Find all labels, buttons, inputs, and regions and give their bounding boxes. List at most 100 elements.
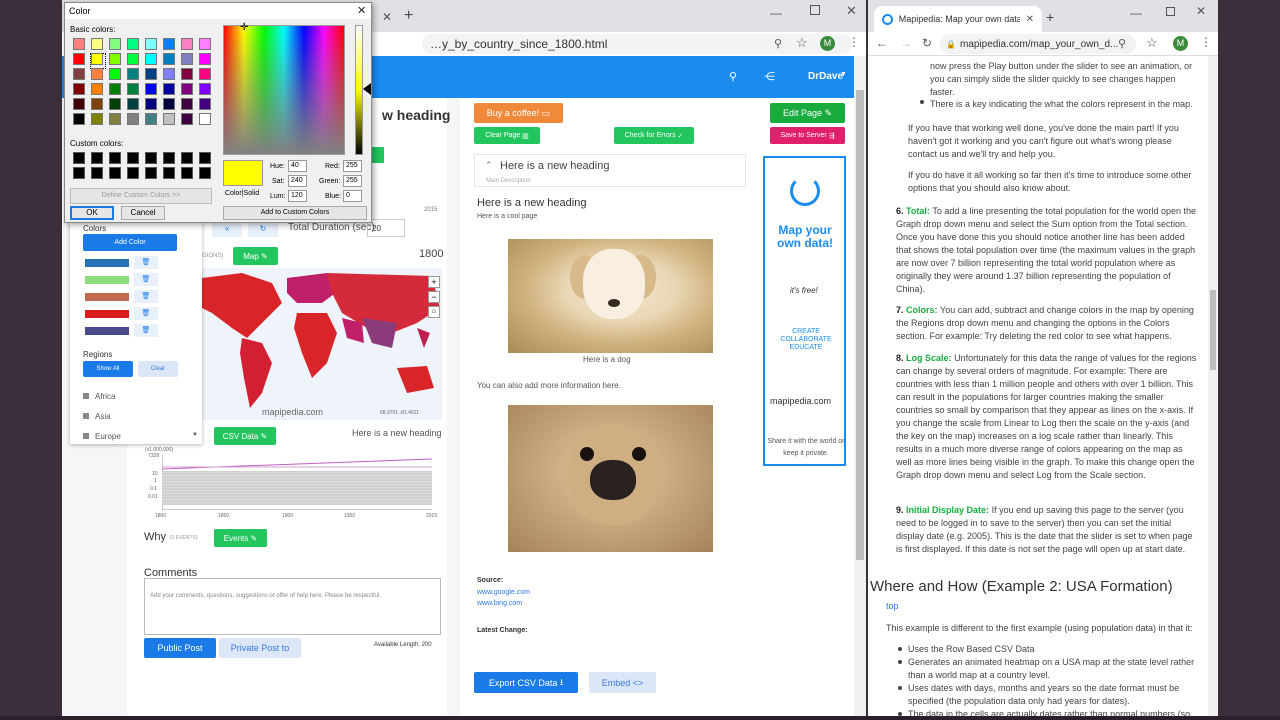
map-button[interactable]: Map ✎ — [233, 247, 278, 265]
basic-color-swatch[interactable] — [127, 68, 139, 80]
basic-color-swatch[interactable] — [145, 83, 157, 95]
stepper-right[interactable]: ↻ — [248, 221, 278, 237]
basic-color-swatch[interactable] — [181, 113, 193, 125]
left-minimize-icon[interactable]: — — [770, 6, 782, 20]
left-search-icon[interactable]: ⚲ — [774, 37, 782, 50]
basic-color-swatch[interactable] — [199, 98, 211, 110]
basic-color-swatch[interactable] — [91, 113, 103, 125]
green-input[interactable]: 255 — [343, 175, 362, 187]
custom-color-swatch[interactable] — [163, 167, 175, 179]
basic-color-swatch[interactable] — [73, 83, 85, 95]
custom-color-swatch[interactable] — [181, 152, 193, 164]
blue-input[interactable]: 0 — [343, 190, 362, 202]
source-link[interactable]: www.bing.com — [477, 600, 522, 607]
custom-color-swatch[interactable] — [181, 167, 193, 179]
add-custom-button[interactable]: Add to Custom Colors — [223, 206, 367, 220]
forward-icon[interactable]: → — [900, 36, 912, 50]
custom-color-swatch[interactable] — [127, 167, 139, 179]
right-maximize-icon[interactable] — [1166, 7, 1175, 16]
right-menu-icon[interactable]: ⋮ — [1200, 35, 1212, 49]
region-checkbox[interactable] — [83, 413, 89, 419]
basic-color-swatch[interactable] — [163, 68, 175, 80]
buy-coffee-button[interactable]: Buy a coffee! ▭ — [474, 103, 563, 123]
right-close-icon[interactable]: ✕ — [1196, 4, 1206, 18]
left-close-icon[interactable]: ✕ — [846, 3, 857, 19]
ok-button[interactable]: OK — [70, 206, 114, 220]
basic-color-swatch[interactable] — [199, 53, 211, 65]
right-scrollbar-thumb[interactable] — [1210, 290, 1216, 370]
color-swatch[interactable] — [85, 327, 129, 335]
left-maximize-icon[interactable] — [810, 5, 820, 15]
color-swatch[interactable] — [85, 259, 129, 267]
total-duration-input[interactable]: 20 — [367, 219, 405, 237]
basic-color-swatch[interactable] — [181, 53, 193, 65]
right-tab-close-icon[interactable]: ✕ — [1026, 14, 1034, 25]
left-tab-close-icon[interactable]: ✕ — [382, 10, 392, 24]
basic-color-swatch[interactable] — [163, 83, 175, 95]
basic-color-swatch[interactable] — [199, 113, 211, 125]
custom-color-swatch[interactable] — [145, 167, 157, 179]
show-all-button[interactable]: Show All — [83, 361, 133, 377]
basic-color-swatch[interactable] — [199, 38, 211, 50]
top-link[interactable]: top — [886, 601, 899, 611]
basic-color-swatch[interactable] — [181, 68, 193, 80]
basic-color-swatch[interactable] — [127, 53, 139, 65]
trash-icon[interactable]: 🗑 — [134, 324, 158, 337]
events-button[interactable]: Events ✎ — [214, 529, 267, 547]
right-active-tab[interactable]: Mapipedia: Map your own data! ✕ — [874, 6, 1042, 32]
basic-color-swatch[interactable] — [163, 98, 175, 110]
custom-color-swatch[interactable] — [73, 152, 85, 164]
basic-color-swatch[interactable] — [109, 83, 121, 95]
basic-color-swatch[interactable] — [109, 113, 121, 125]
world-map[interactable]: + − ⌂ mapipedia.com 68.9701 -81.4911 — [202, 268, 442, 420]
left-address-bar[interactable]: …y_by_country_since_1800.html — [422, 34, 852, 54]
region-checkbox[interactable] — [83, 393, 89, 399]
color-swatch[interactable] — [85, 310, 129, 318]
right-profile-avatar[interactable]: M — [1173, 36, 1188, 51]
hue-input[interactable]: 40 — [288, 160, 307, 172]
basic-color-swatch[interactable] — [199, 83, 211, 95]
right-new-tab-icon[interactable]: + — [1046, 9, 1054, 25]
trash-icon[interactable]: 🗑 — [134, 273, 158, 286]
basic-color-swatch[interactable] — [127, 83, 139, 95]
left-new-tab-icon[interactable]: + — [404, 7, 413, 25]
basic-color-swatch[interactable] — [91, 83, 103, 95]
custom-color-swatch[interactable] — [145, 152, 157, 164]
private-post-button[interactable]: Private Post to — [219, 638, 301, 658]
basic-color-swatch[interactable] — [109, 53, 121, 65]
basic-color-swatch[interactable] — [109, 68, 121, 80]
right-minimize-icon[interactable]: — — [1130, 6, 1142, 20]
sat-input[interactable]: 240 — [288, 175, 307, 187]
basic-color-swatch[interactable] — [181, 38, 193, 50]
basic-color-swatch[interactable] — [73, 98, 85, 110]
clear-page-button[interactable]: Clear Page ▥ — [474, 127, 540, 144]
custom-color-swatch[interactable] — [91, 152, 103, 164]
left-menu-icon[interactable]: ⋮ — [848, 35, 860, 49]
basic-color-swatch[interactable] — [127, 98, 139, 110]
left-profile-avatar[interactable]: M — [820, 36, 835, 51]
custom-color-swatch[interactable] — [163, 152, 175, 164]
basic-color-swatch[interactable] — [91, 68, 103, 80]
basic-color-swatch[interactable] — [181, 98, 193, 110]
custom-color-swatch[interactable] — [199, 167, 211, 179]
basic-color-swatch[interactable] — [163, 53, 175, 65]
embed-button[interactable]: Embed <> — [589, 672, 656, 693]
cancel-button[interactable]: Cancel — [121, 206, 165, 220]
trash-icon[interactable]: 🗑 — [134, 256, 158, 269]
public-post-button[interactable]: Public Post — [144, 638, 216, 658]
map-home-icon[interactable]: ⌂ — [428, 306, 440, 318]
luminance-slider[interactable] — [355, 25, 363, 155]
dialog-close-icon[interactable]: ✕ — [357, 4, 366, 17]
editor-green-button[interactable] — [372, 147, 384, 163]
right-search-icon[interactable]: ⚲ — [1118, 37, 1126, 50]
basic-color-swatch[interactable] — [73, 113, 85, 125]
back-icon[interactable]: ← — [876, 36, 888, 50]
basic-color-swatch[interactable] — [181, 83, 193, 95]
mapipedia-ad[interactable]: Map your own data! it's free! CREATE COL… — [763, 156, 846, 466]
basic-color-swatch[interactable] — [91, 98, 103, 110]
basic-color-swatch[interactable] — [145, 68, 157, 80]
basic-color-swatch[interactable] — [199, 68, 211, 80]
basic-color-swatch[interactable] — [109, 98, 121, 110]
custom-color-swatch[interactable] — [199, 152, 211, 164]
stepper-left[interactable]: « — [212, 221, 242, 237]
